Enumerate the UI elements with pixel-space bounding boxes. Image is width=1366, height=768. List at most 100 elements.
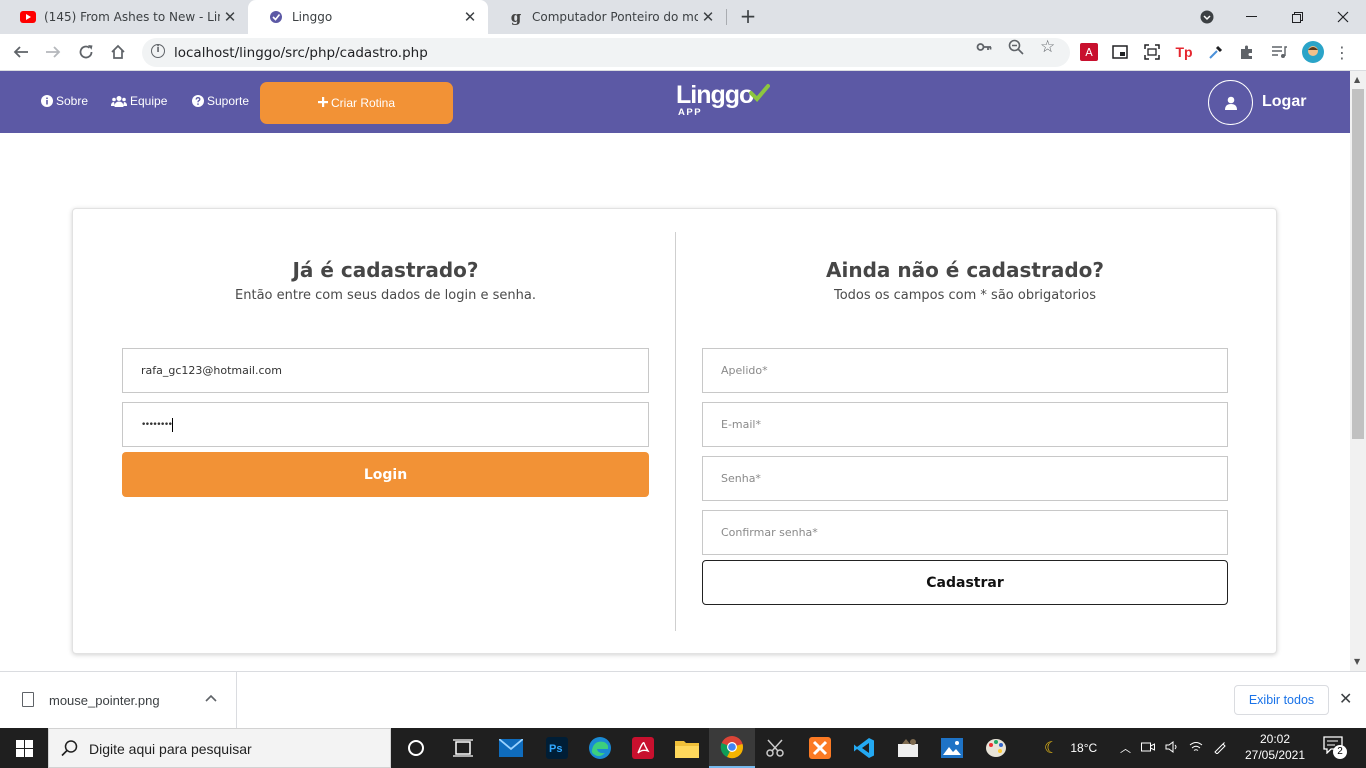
start-button[interactable] [0, 728, 48, 768]
wifi-icon[interactable] [1189, 741, 1203, 756]
download-item[interactable]: mouse_pointer.png [0, 672, 237, 728]
info-icon[interactable]: i [151, 44, 165, 58]
file-icon [22, 692, 34, 707]
windows-logo-icon [15, 739, 33, 757]
address-bar[interactable]: i localhost/linggo/src/php/cadastro.php [142, 38, 1070, 67]
photos-app[interactable] [929, 728, 975, 768]
tp-extension-icon[interactable]: Tp [1175, 43, 1193, 61]
apelido-field[interactable]: Apelido* [702, 348, 1228, 393]
close-window-button[interactable] [1320, 0, 1366, 34]
close-tab-icon[interactable]: ✕ [220, 8, 240, 26]
windows-taskbar: Digite aqui para pesquisar Ps ☾ 18°C ︿ 2… [0, 728, 1366, 768]
logar-link[interactable]: Logar [1262, 93, 1306, 111]
star-icon[interactable]: ☆ [1040, 37, 1055, 57]
page-scrollbar[interactable]: ▲ ▼ [1350, 71, 1366, 671]
tab-divider [726, 9, 727, 25]
vscode-icon [854, 738, 874, 758]
tab-linggo[interactable]: Linggo ✕ [248, 0, 488, 34]
senha-placeholder: Senha* [721, 472, 761, 485]
forward-button[interactable] [40, 39, 66, 65]
edge-app[interactable] [577, 728, 623, 768]
new-tab-button[interactable]: + [736, 5, 760, 29]
menu-kebab-icon[interactable]: ⋮ [1333, 43, 1351, 62]
search-icon [61, 739, 79, 761]
text-caret [172, 417, 174, 432]
photoshop-app[interactable]: Ps [534, 728, 580, 768]
logo-subtext: APP [678, 107, 703, 118]
taskbar-search[interactable]: Digite aqui para pesquisar [48, 728, 391, 768]
restore-button[interactable] [1274, 0, 1320, 34]
mail-app[interactable] [488, 728, 534, 768]
eyedropper-icon[interactable] [1207, 43, 1225, 61]
puzzle-icon[interactable] [1238, 43, 1256, 61]
profile-avatar-icon[interactable] [1302, 41, 1324, 63]
scrollbar-thumb[interactable] [1352, 89, 1364, 439]
weather-widget[interactable]: ☾ 18°C [1044, 728, 1097, 768]
cortana-button[interactable] [393, 728, 439, 768]
signup-email-field[interactable]: E-mail* [702, 402, 1228, 447]
file-explorer-app[interactable] [664, 728, 710, 768]
notification-center[interactable]: 2 [1323, 736, 1347, 760]
youtube-icon [20, 9, 36, 25]
password-field[interactable]: •••••••• [122, 402, 649, 447]
acrobat-extension-icon[interactable]: A [1080, 43, 1098, 61]
gimp-icon [898, 739, 918, 757]
chevron-down-icon [1200, 10, 1214, 24]
acrobat-icon [632, 737, 654, 759]
cortana-icon [408, 740, 424, 756]
search-placeholder: Digite aqui para pesquisar [89, 741, 252, 757]
linggo-logo[interactable]: Linggo APP [676, 81, 772, 121]
acrobat-app[interactable] [620, 728, 666, 768]
xampp-app[interactable] [797, 728, 843, 768]
nav-sobre[interactable]: Sobre [40, 94, 88, 108]
chevron-up-icon[interactable] [205, 691, 217, 705]
close-icon[interactable]: ✕ [1339, 689, 1352, 708]
signup-subtitle: Todos os campos com * são obrigatorios [833, 288, 1096, 303]
cadastrar-button[interactable]: Cadastrar [702, 560, 1228, 605]
xampp-icon [809, 737, 831, 759]
minimize-button[interactable] [1228, 0, 1274, 34]
moon-icon: ☾ [1044, 740, 1059, 757]
picture-in-picture-icon[interactable] [1111, 43, 1129, 61]
media-control-icon[interactable] [1270, 43, 1288, 61]
vscode-app[interactable] [841, 728, 887, 768]
confirmar-senha-field[interactable]: Confirmar senha* [702, 510, 1228, 555]
meet-now-icon[interactable] [1141, 741, 1155, 756]
close-tab-icon[interactable]: ✕ [698, 8, 718, 26]
tab-computador[interactable]: g Computador Ponteiro do mouse ✕ [488, 0, 726, 34]
task-view-button[interactable] [440, 728, 486, 768]
criar-rotina-label: Criar Rotina [330, 96, 396, 110]
snip-app[interactable] [753, 728, 799, 768]
senha-field[interactable]: Senha* [702, 456, 1228, 501]
nav-suporte[interactable]: Suporte [191, 94, 249, 108]
screenshot-icon[interactable] [1143, 43, 1161, 61]
tab-search-button[interactable] [1184, 0, 1230, 34]
user-avatar-button[interactable] [1208, 80, 1253, 125]
email-field[interactable]: rafa_gc123@hotmail.com [122, 348, 649, 393]
reload-button[interactable] [73, 39, 99, 65]
chrome-app[interactable] [709, 728, 755, 768]
back-button[interactable] [8, 39, 34, 65]
key-icon[interactable] [976, 39, 992, 59]
pen-icon[interactable] [1213, 740, 1227, 757]
login-button[interactable]: Login [122, 452, 649, 497]
email-value: rafa_gc123@hotmail.com [141, 364, 282, 377]
paint-app[interactable] [973, 728, 1019, 768]
criar-rotina-button[interactable]: Criar Rotina [260, 82, 453, 124]
close-tab-icon[interactable]: ✕ [460, 8, 480, 26]
chevron-up-icon[interactable]: ︿ [1120, 740, 1131, 756]
nav-equipe[interactable]: Equipe [111, 94, 167, 108]
system-tray: ︿ [1120, 728, 1227, 768]
gimp-app[interactable] [885, 728, 931, 768]
scroll-down-icon[interactable]: ▼ [1354, 657, 1360, 666]
tab-youtube[interactable]: (145) From Ashes to New - Linkin ✕ [0, 0, 248, 34]
photoshop-icon: Ps [546, 737, 568, 759]
show-all-button[interactable]: Exibir todos [1234, 685, 1329, 715]
home-button[interactable] [105, 39, 131, 65]
zoom-icon[interactable] [1008, 39, 1024, 59]
clock-date: 27/05/2021 [1244, 748, 1306, 762]
speaker-icon[interactable] [1165, 740, 1179, 756]
scroll-up-icon[interactable]: ▲ [1354, 75, 1360, 84]
mail-icon [499, 739, 523, 757]
system-clock[interactable]: 20:02 27/05/2021 [1243, 731, 1307, 763]
